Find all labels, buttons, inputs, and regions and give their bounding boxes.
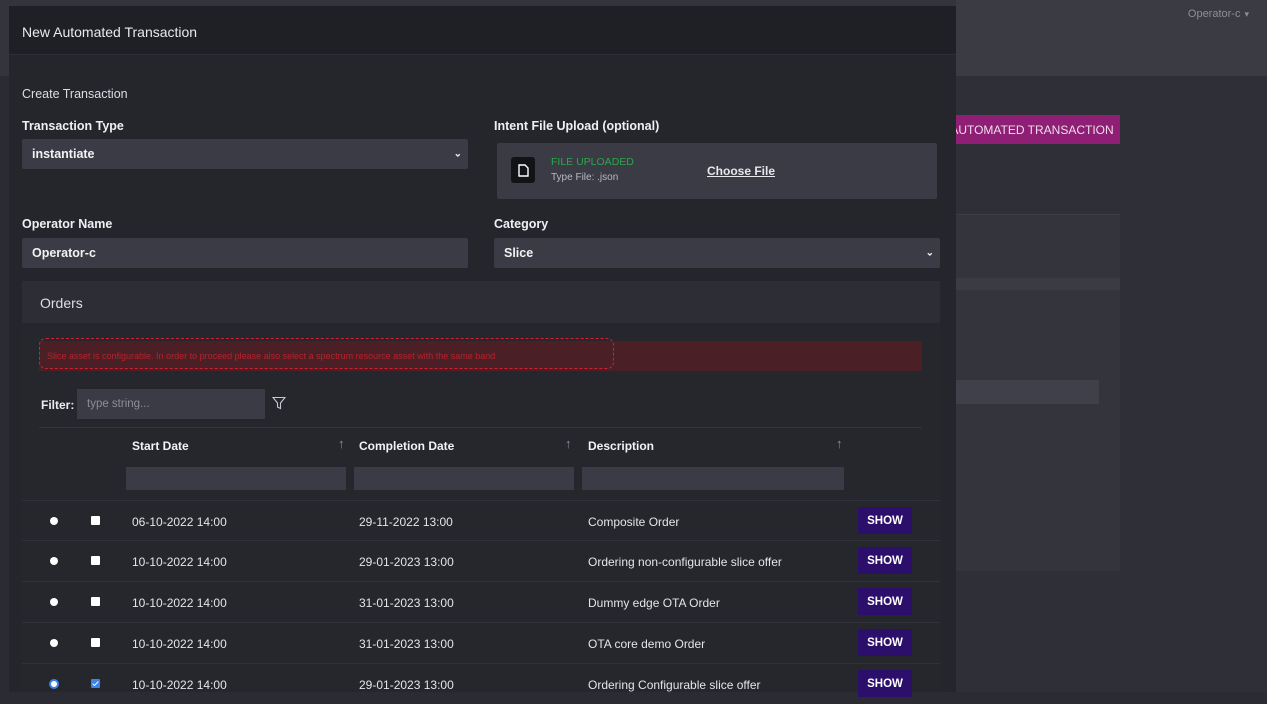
description-filter[interactable] [582,467,844,490]
category-select[interactable]: Slice ⌄ [494,238,940,268]
background-card-strip [956,278,1120,290]
description-cell: Dummy edge OTA Order [588,596,720,610]
column-start-date[interactable]: Start Date [132,439,189,453]
description-cell: Composite Order [588,515,680,529]
description-cell: Ordering non-configurable slice offer [588,555,782,569]
row-radio[interactable] [50,517,58,525]
modal-title: New Automated Transaction [22,24,198,40]
start-date-cell: 10-10-2022 14:00 [132,637,227,651]
description-cell: Ordering Configurable slice offer [588,678,761,692]
transaction-type-select[interactable]: instantiate ⌄ [22,139,468,169]
show-button[interactable]: SHOW [858,547,912,574]
operator-name-value: Operator-c [32,246,96,260]
start-date-cell: 06-10-2022 14:00 [132,515,227,529]
category-label: Category [494,217,549,231]
filter-input[interactable] [77,389,265,419]
user-menu-label: Operator-c [1187,8,1241,20]
completion-date-cell: 31-01-2023 13:00 [359,637,454,651]
filter-icon[interactable] [272,396,286,410]
row-checkbox[interactable] [91,638,100,647]
orders-header: Orders [22,281,940,323]
operator-name-label: Operator Name [22,217,113,231]
show-button[interactable]: SHOW [858,629,912,656]
file-icon [511,157,535,183]
column-completion-date[interactable]: Completion Date [359,439,454,453]
start-date-filter[interactable] [126,467,346,490]
table-row[interactable]: 10-10-2022 14:00 31-01-2023 13:00 Dummy … [22,581,940,622]
chevron-down-icon: ⌄ [453,148,462,160]
completion-date-cell: 31-01-2023 13:00 [359,596,454,610]
upload-status: FILE UPLOADED [551,156,634,168]
show-button[interactable]: SHOW [858,588,912,615]
user-menu[interactable]: Operator-c ▾ [1188,8,1249,20]
completion-date-cell: 29-01-2023 13:00 [359,555,454,569]
modal-header: New Automated Transaction [9,6,956,55]
row-radio[interactable] [50,639,58,647]
intent-upload-box: FILE UPLOADED Type File: .json Choose Fi… [497,143,937,199]
show-button[interactable]: SHOW [858,507,912,534]
table-row[interactable]: 10-10-2022 14:00 29-01-2023 13:00 Orderi… [22,540,940,581]
row-radio[interactable] [50,557,58,565]
row-checkbox[interactable] [91,597,100,606]
operator-name-field[interactable]: Operator-c [22,238,468,268]
completion-date-cell: 29-11-2022 13:00 [359,515,453,529]
transaction-type-value: instantiate [32,147,95,161]
transaction-type-label: Transaction Type [22,119,124,133]
section-title: Create Transaction [22,87,128,101]
sort-arrow-icon[interactable]: ↑ [338,436,345,451]
row-radio[interactable] [50,598,58,606]
completion-date-filter[interactable] [354,467,574,490]
intent-upload-label: Intent File Upload (optional) [494,119,660,133]
orders-title: Orders [40,295,83,311]
row-checkbox[interactable] [91,556,100,565]
start-date-cell: 10-10-2022 14:00 [132,678,227,692]
new-transaction-modal: New Automated Transaction Create Transac… [9,6,956,697]
table-row[interactable]: 06-10-2022 14:00 29-11-2022 13:00 Compos… [22,500,940,541]
category-value: Slice [504,246,534,260]
table-row[interactable]: 10-10-2022 14:00 29-01-2023 13:00 Orderi… [22,663,940,704]
row-checkbox-checked[interactable] [91,679,100,688]
upload-type-hint: Type File: .json [551,172,619,183]
filter-label: Filter: [41,398,75,412]
description-cell: OTA core demo Order [588,637,706,651]
error-alert: Slice asset is configurable. In order to… [39,338,922,371]
new-automated-transaction-button[interactable]: AUTOMATED TRANSACTION [944,115,1120,144]
orders-panel: Orders Slice asset is configurable. In o… [22,281,940,697]
choose-file-link[interactable]: Choose File [707,164,775,178]
chevron-down-icon: ⌄ [925,247,934,259]
error-message: Slice asset is configurable. In order to… [47,351,496,361]
chevron-down-icon: ▾ [1244,9,1249,19]
completion-date-cell: 29-01-2023 13:00 [359,678,454,692]
row-radio-selected[interactable] [51,681,57,687]
table-row[interactable]: 10-10-2022 14:00 31-01-2023 13:00 OTA co… [22,622,940,663]
start-date-cell: 10-10-2022 14:00 [132,596,227,610]
background-input [956,380,1099,404]
sort-arrow-icon[interactable]: ↑ [836,436,843,451]
sort-arrow-icon[interactable]: ↑ [565,436,572,451]
column-description[interactable]: Description [588,439,654,453]
show-button[interactable]: SHOW [858,670,912,697]
start-date-cell: 10-10-2022 14:00 [132,555,227,569]
row-checkbox[interactable] [91,516,100,525]
table-top-divider [39,427,922,428]
